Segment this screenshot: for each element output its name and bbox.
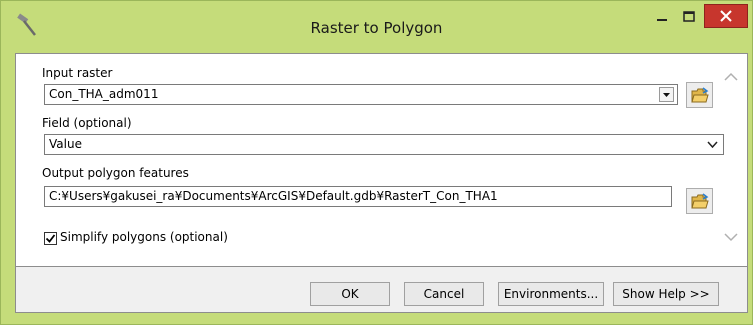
browse-output-button[interactable] (686, 188, 713, 214)
simplify-label[interactable]: Simplify polygons (optional) (60, 230, 228, 244)
minimize-icon (657, 19, 667, 21)
maximize-icon (683, 11, 695, 22)
chevron-down-icon[interactable] (705, 137, 720, 152)
output-features-label: Output polygon features (42, 166, 189, 180)
maximize-button[interactable] (676, 7, 702, 29)
close-icon (720, 10, 732, 22)
scroll-up-icon[interactable] (721, 70, 741, 84)
output-features-input[interactable]: C:¥Users¥gakusei_ra¥Documents¥ArcGIS¥Def… (44, 186, 672, 207)
folder-open-icon (691, 87, 709, 103)
environments-button[interactable]: Environments... (498, 282, 604, 306)
checkmark-icon (45, 234, 56, 243)
ok-button[interactable]: OK (310, 282, 390, 306)
scroll-down-icon[interactable] (721, 230, 741, 244)
parameters-panel: Input raster Con_THA_adm011 Field (optio… (15, 53, 748, 267)
button-bar: OK Cancel Environments... Show Help >> (15, 267, 748, 313)
title-bar[interactable]: Raster to Polygon (1, 1, 752, 53)
show-help-button[interactable]: Show Help >> (613, 282, 719, 306)
folder-open-icon (691, 193, 709, 209)
input-raster-combo[interactable]: Con_THA_adm011 (44, 84, 678, 105)
field-value: Value (49, 137, 82, 151)
field-label: Field (optional) (42, 116, 132, 130)
input-raster-label: Input raster (42, 66, 113, 80)
window-title: Raster to Polygon (310, 19, 443, 37)
field-select[interactable]: Value (44, 134, 724, 155)
simplify-checkbox[interactable] (44, 232, 57, 245)
minimize-button[interactable] (649, 7, 675, 29)
output-features-value: C:¥Users¥gakusei_ra¥Documents¥ArcGIS¥Def… (49, 189, 498, 203)
close-button[interactable] (704, 4, 748, 28)
dropdown-arrow-icon[interactable] (659, 87, 674, 102)
browse-input-button[interactable] (686, 82, 713, 108)
dialog-window: Raster to Polygon Input raster Con_THA_a… (0, 0, 753, 325)
input-raster-value: Con_THA_adm011 (49, 87, 159, 101)
cancel-button[interactable]: Cancel (404, 282, 484, 306)
